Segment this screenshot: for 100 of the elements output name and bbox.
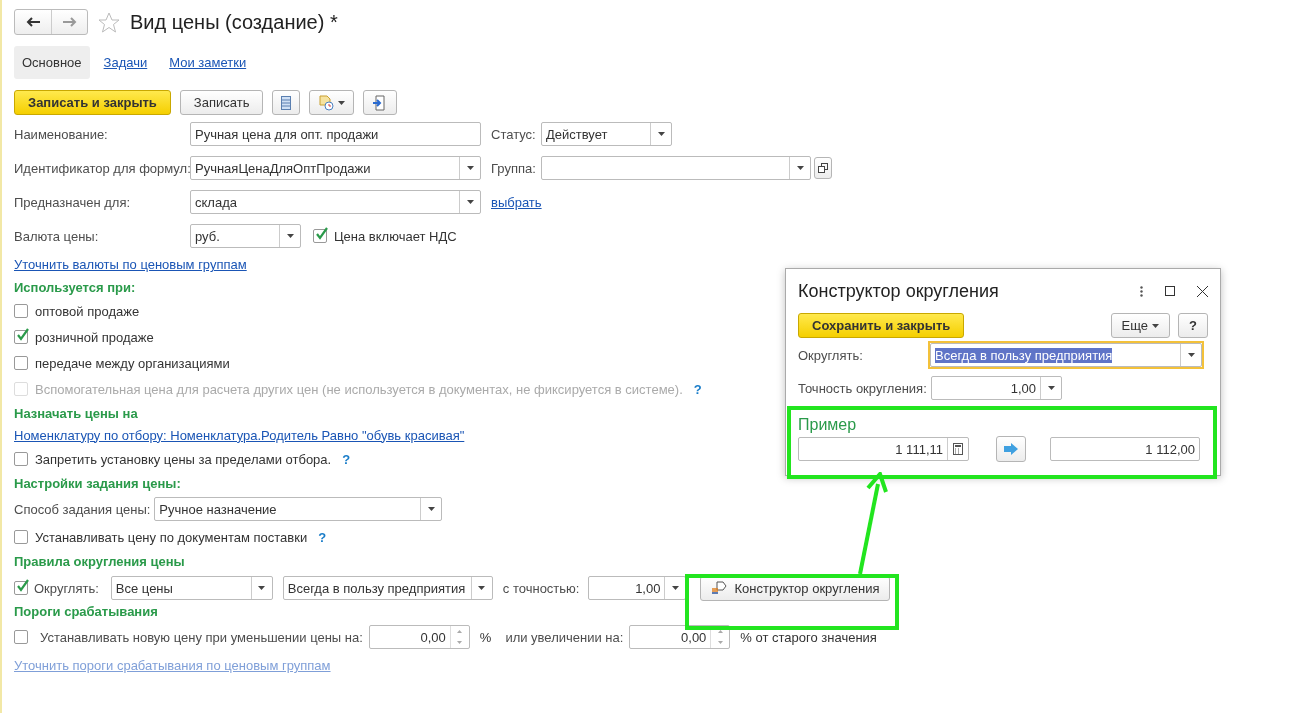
dropdown-arrow-icon [258,586,266,590]
close-icon[interactable] [1197,285,1208,297]
spin-up-icon[interactable] [717,630,723,633]
spin-up-icon[interactable] [457,630,463,633]
section-heading: Пример [798,416,858,435]
checkbox[interactable] [14,304,28,318]
field-label: Способ задания цены: [14,501,151,517]
example-result-field[interactable]: 1 112,00 [1050,437,1200,461]
increase-field[interactable]: 0,00 [629,625,731,649]
dropdown-arrow-icon [1187,353,1195,357]
apply-button[interactable] [996,436,1026,462]
back-arrow-icon [26,17,40,27]
rounding-mode-dropdown[interactable]: Всегда в пользу предприятия [930,343,1202,367]
currency-dropdown[interactable]: руб. [190,224,301,248]
checkbox-label: Вспомогательная цена для расчета других цен (не используется в документах, не фиксируется в системе). [35,381,683,397]
star-icon[interactable] [98,11,120,33]
checkbox-label: Устанавливать цену по документам поставки [35,529,308,545]
spin-down-icon[interactable] [457,641,463,644]
field-label: Статус: [491,126,537,142]
field-label: Группа: [491,160,537,176]
field-label: или увеличении на: [505,629,624,645]
help-button[interactable]: ? [1178,313,1208,338]
purpose-field[interactable]: склада [190,190,481,214]
tab[interactable]: Мои заметки [161,45,255,79]
checkbox-label: Округлять: [34,580,99,596]
calculator-icon[interactable] [953,443,963,455]
dropdown-arrow-icon [671,586,679,590]
dropdown-arrow-icon [1152,323,1160,328]
forward-arrow-icon [62,17,77,27]
dropdown-arrow-icon [338,100,346,105]
checkbox[interactable] [14,630,28,644]
list-button[interactable] [272,90,301,115]
spin-down-icon[interactable] [717,641,723,644]
dropdown-arrow-icon [1047,386,1055,390]
report-menu-button[interactable] [309,90,355,115]
more-button[interactable]: Еще [1110,313,1171,338]
dropdown-arrow-icon [286,234,294,238]
section-heading: Настройки задания цены: [14,476,181,493]
checkbox[interactable] [14,530,28,544]
right-arrow-icon [1004,443,1018,455]
dropdown-arrow-icon [796,166,804,170]
list-icon [281,95,292,110]
checkbox[interactable] [14,452,28,466]
field-label: Округлять: [798,347,864,363]
direction-dropdown[interactable]: Всегда в пользу предприятия [282,576,493,600]
checkbox-label: Цена включает НДС [334,228,457,244]
field-label: Точность округления: [798,380,928,396]
currency-link[interactable]: Уточнить валюты по ценовым группам [14,257,247,272]
checkbox-label: оптовой продаже [35,303,140,319]
export-button[interactable] [363,90,398,115]
dropdown-arrow-icon [657,132,665,136]
section-heading: Пороги срабатывания [14,604,158,621]
checkbox-label: Устанавливать новую цену при уменьшении цены на: [40,629,363,645]
dropdown-arrow-icon [478,586,486,590]
method-dropdown[interactable]: Ручное назначение [154,497,443,521]
field-label: Предназначен для: [14,194,132,210]
precision-dropdown[interactable]: 1,00 [588,576,687,600]
copy-icon [818,163,828,173]
dropdown-arrow-icon [466,166,474,170]
help-link[interactable]: ? [318,529,327,545]
section-heading: Правила округления цены [14,554,185,571]
filter-link[interactable]: Номенклатуру по отбору: Номенклатура.Родитель Равно "обувь красивая" [14,427,465,443]
decrease-field[interactable]: 0,00 [368,625,470,649]
tab[interactable]: Основное [14,45,90,79]
field-label: с точностью: [502,580,580,596]
save-and-close-button[interactable]: Сохранить и закрыть [798,313,965,338]
dropdown-arrow-icon [427,507,435,511]
checkbox[interactable] [14,581,28,595]
checkbox-label: передаче между организациями [35,355,230,371]
field-label: Наименование: [14,126,109,142]
section-heading: Назначать цены на [14,406,138,423]
checkbox[interactable] [313,229,327,243]
tag-icon [711,581,728,595]
document-clock-icon [318,94,335,111]
unit-label: % [479,629,492,645]
window-title: Вид цены (создание) * [130,10,338,34]
checkbox[interactable] [14,356,28,370]
status-dropdown[interactable]: Действует [541,122,672,146]
name-field[interactable]: Ручная цена для опт. продажи [190,122,481,146]
scope-dropdown[interactable]: Все цены [110,576,273,600]
field-label: Идентификатор для формул: [14,160,190,176]
more-icon[interactable] [1140,285,1143,297]
maximize-icon[interactable] [1165,286,1175,296]
example-input-field[interactable]: 1 111,11 [798,437,969,461]
checkbox-label: Запретить установку цены за пределами отбора. [35,451,332,467]
checkbox-label: розничной продаже [35,329,154,345]
save-and-close-button[interactable]: Записать и закрыть [14,90,171,115]
formula-id-field[interactable]: РучнаяЦенаДляОптПродажи [190,156,481,180]
dropdown-arrow-icon [466,200,474,204]
tab[interactable]: Задачи [95,45,156,79]
precision-dropdown[interactable]: 1,00 [931,376,1062,400]
checkbox[interactable] [14,330,28,344]
open-button[interactable] [814,157,832,179]
group-field[interactable] [541,156,811,180]
help-link[interactable]: ? [342,451,351,467]
unit-label: % от старого значения [740,629,877,645]
field-label: Валюта цены: [14,228,100,244]
select-link[interactable]: выбрать [491,194,542,210]
save-button[interactable]: Записать [179,90,264,115]
section-heading: Используется при: [14,280,136,297]
